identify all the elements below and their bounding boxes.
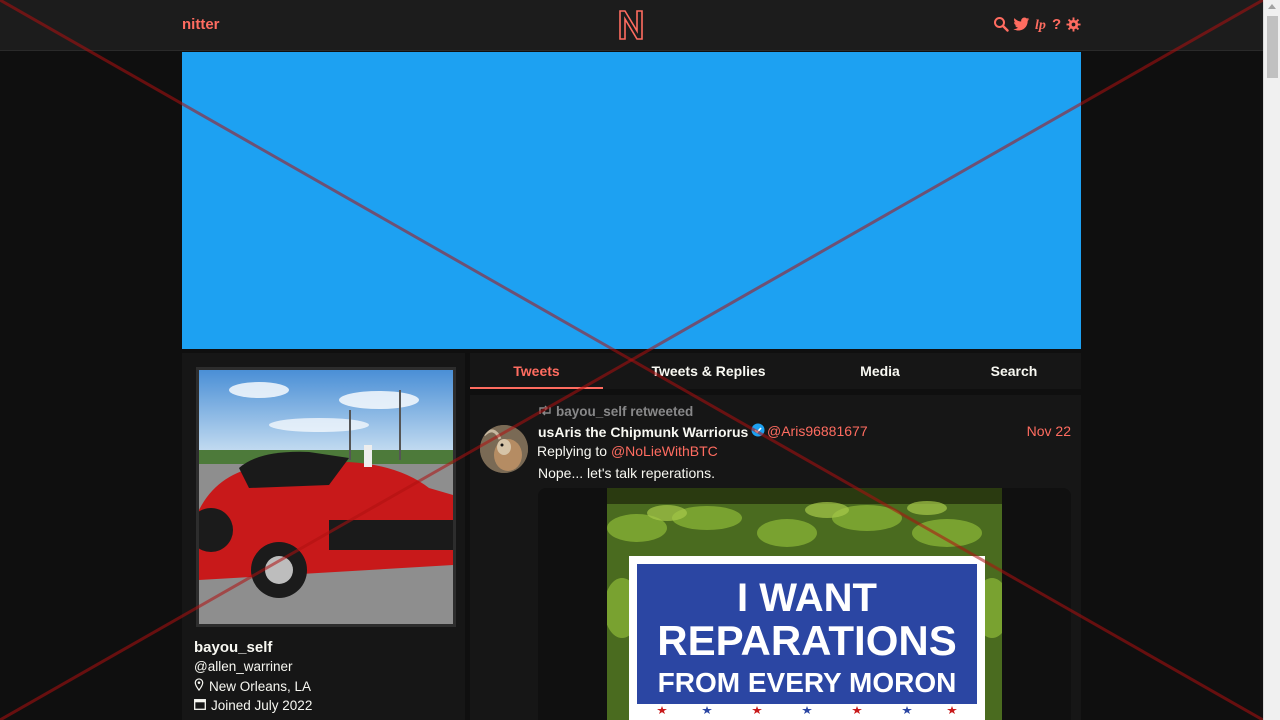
timeline-tabs: Tweets Tweets & Replies Media Search [470,353,1081,389]
tweet-author-handle[interactable]: @Aris96881677 [767,423,868,439]
profile-location-text: New Orleans, LA [209,678,312,694]
sign-line-2: REPARATIONS [657,617,956,664]
sign-line-3: FROM EVERY MORON [658,667,957,698]
replying-to-prefix: Replying to [537,443,608,459]
twitter-bird-icon[interactable] [1013,17,1030,37]
profile-joined: Joined July 2022 [194,698,312,713]
tweet-date[interactable]: Nov 22 [1027,423,1071,439]
retweet-header-text[interactable]: bayou_self retweeted [556,404,693,419]
tweet-author-avatar[interactable] [480,425,528,473]
navbar: nitter lp ? [0,0,1263,51]
brand-link[interactable]: nitter [182,16,220,33]
help-icon[interactable]: ? [1052,16,1062,37]
profile-fullname[interactable]: bayou_self [194,639,272,656]
nitter-logo[interactable] [617,9,645,46]
profile-card: bayou_self @allen_warriner New Orleans, … [182,353,465,720]
profile-banner[interactable] [182,52,1081,349]
sign-line-1: I WANT [737,576,877,620]
profile-location: New Orleans, LA [194,678,311,694]
tab-tweets[interactable]: Tweets [470,363,603,379]
retweet-icon [538,404,552,419]
profile-avatar[interactable] [196,367,456,627]
liberapay-icon[interactable]: lp [1034,16,1048,37]
replying-to-link[interactable]: @NoLieWithBTC [611,443,718,459]
nav-icons: lp ? [993,16,1081,37]
tweet-author-fullname[interactable]: usAris the Chipmunk Warriorus [538,423,765,440]
verified-badge-icon [751,423,765,440]
tab-search[interactable]: Search [975,363,1053,379]
calendar-icon [194,698,206,713]
scrollbar[interactable] [1263,0,1280,720]
svg-text:lp: lp [1035,18,1046,32]
active-tab-indicator [470,387,603,389]
tab-tweets-replies[interactable]: Tweets & Replies [640,363,777,379]
tab-media[interactable]: Media [840,363,920,379]
tweet-image[interactable]: I WANT REPARATIONS FROM EVERY MORON [607,488,1002,720]
retweet-header: bayou_self retweeted [538,404,693,419]
profile-username[interactable]: @allen_warriner [194,659,293,674]
timeline: bayou_self retweeted usAris the Chipmunk… [470,395,1081,720]
tweet-text: Nope... let's talk reperations. [538,465,715,481]
tweet-media[interactable]: I WANT REPARATIONS FROM EVERY MORON [538,488,1071,720]
gear-icon[interactable] [1066,16,1081,37]
svg-text:?: ? [1052,16,1061,32]
tweet-author-name-text[interactable]: usAris the Chipmunk Warriorus [538,424,748,440]
replying-to: Replying to @NoLieWithBTC [537,443,718,459]
profile-joined-text: Joined July 2022 [211,698,313,713]
location-pin-icon [194,678,204,694]
scroll-up-arrow-icon[interactable] [1268,4,1276,9]
search-icon[interactable] [993,16,1009,37]
scroll-thumb[interactable] [1267,16,1278,78]
